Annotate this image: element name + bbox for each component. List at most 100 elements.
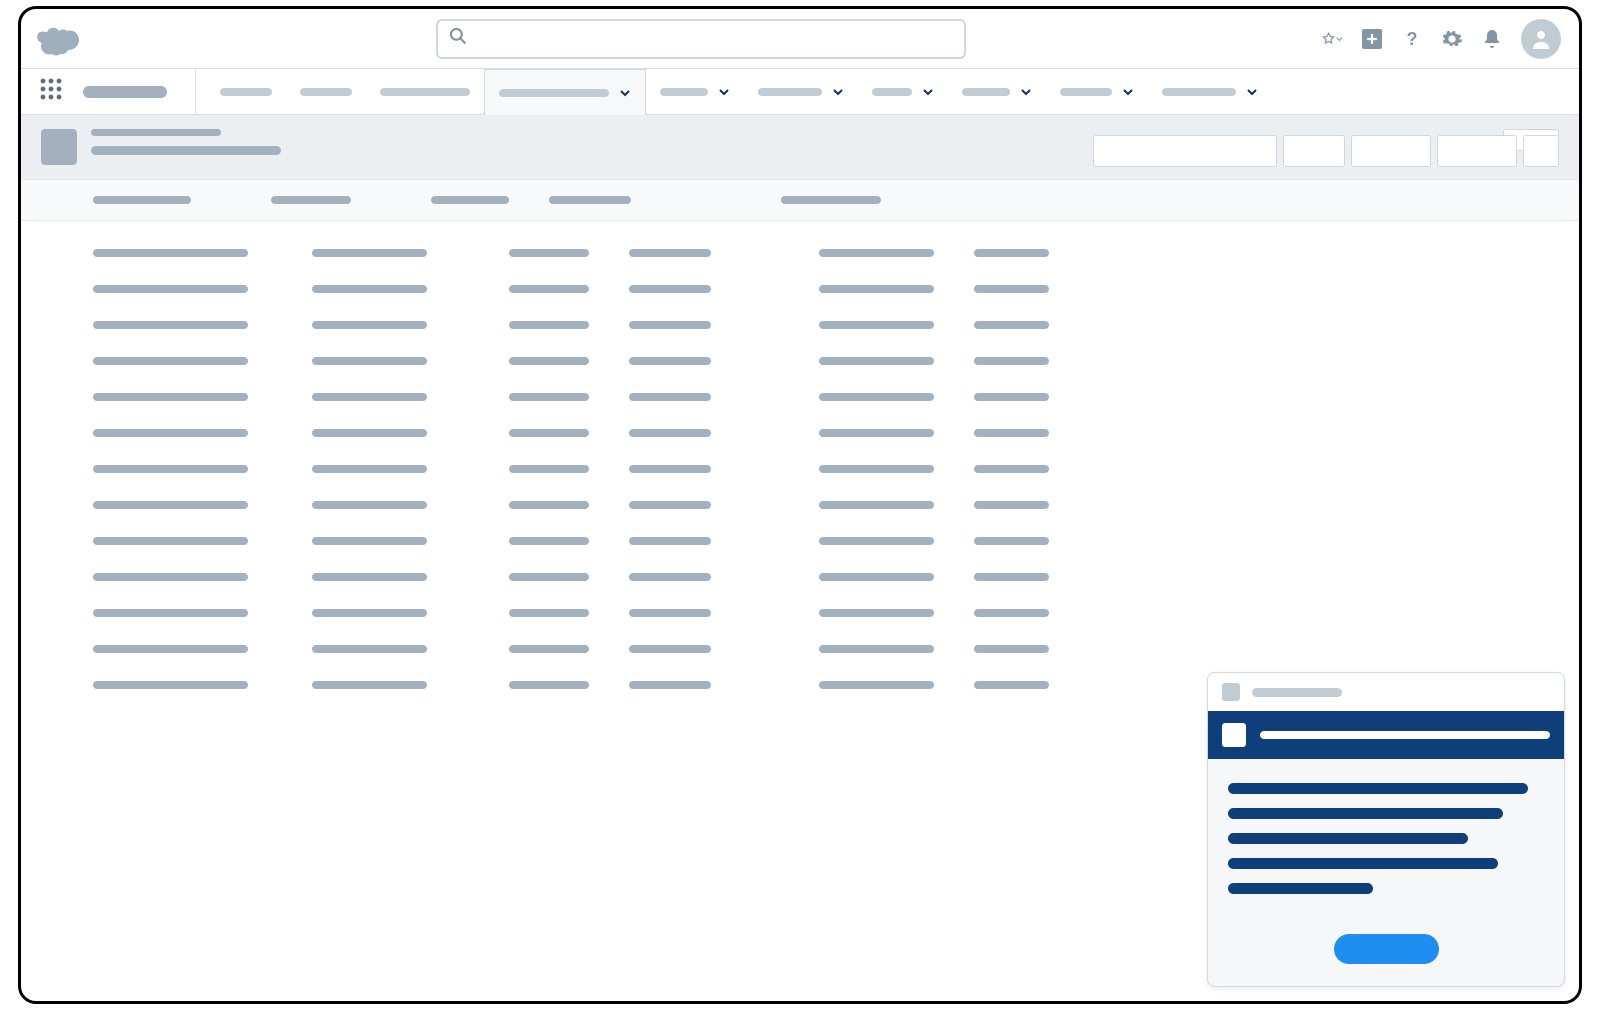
data-rows — [21, 221, 1579, 689]
cell — [509, 285, 589, 293]
panel-cta-button[interactable] — [1334, 934, 1439, 964]
toolbar-button-4[interactable] — [1523, 135, 1559, 167]
favorite-icon[interactable] — [1321, 28, 1343, 50]
column-header-1[interactable] — [271, 196, 351, 204]
panel-body-line — [1228, 783, 1528, 794]
cell — [629, 249, 711, 257]
table-row[interactable] — [93, 429, 1579, 437]
nav-tab-6[interactable] — [858, 69, 948, 114]
nav-tab-4[interactable] — [646, 69, 744, 114]
cell — [509, 645, 589, 653]
table-row[interactable] — [93, 609, 1579, 617]
table-row[interactable] — [93, 537, 1579, 545]
settings-gear-icon[interactable] — [1441, 28, 1463, 50]
list-toolbar — [1093, 135, 1559, 167]
cell — [974, 285, 1049, 293]
table-row[interactable] — [93, 393, 1579, 401]
table-row[interactable] — [93, 321, 1579, 329]
cell — [629, 285, 711, 293]
help-icon[interactable]: ? — [1401, 28, 1423, 50]
cell — [93, 357, 248, 365]
nav-tab-label — [1162, 88, 1236, 96]
cell — [312, 573, 427, 581]
cell — [93, 321, 248, 329]
table-row[interactable] — [93, 465, 1579, 473]
nav-tab-label — [660, 88, 708, 96]
salesforce-cloud-icon — [33, 22, 81, 56]
avatar[interactable] — [1521, 19, 1561, 59]
toolbar-button-2[interactable] — [1351, 135, 1431, 167]
nav-tab-1[interactable] — [286, 69, 366, 114]
toolbar-button-3[interactable] — [1437, 135, 1517, 167]
toolbar-button-0[interactable] — [1093, 135, 1277, 167]
docked-panel — [1207, 672, 1565, 987]
cell — [974, 681, 1049, 689]
cell — [509, 609, 589, 617]
table-row[interactable] — [93, 249, 1579, 257]
nav-tab-9[interactable] — [1148, 69, 1272, 114]
cell — [974, 609, 1049, 617]
nav-tab-7[interactable] — [948, 69, 1046, 114]
panel-banner-text — [1260, 731, 1550, 739]
nav-tab-2[interactable] — [366, 69, 484, 114]
cell — [509, 681, 589, 689]
chevron-down-icon[interactable] — [832, 86, 844, 98]
nav-tab-8[interactable] — [1046, 69, 1148, 114]
cell — [93, 645, 248, 653]
chevron-down-icon[interactable] — [1246, 86, 1258, 98]
cell — [509, 429, 589, 437]
nav-tab-label — [872, 88, 912, 96]
cell — [819, 573, 934, 581]
cell — [629, 357, 711, 365]
nav-tab-5[interactable] — [744, 69, 858, 114]
cell — [509, 393, 589, 401]
toolbar-button-1[interactable] — [1283, 135, 1345, 167]
column-header-4[interactable] — [781, 196, 881, 204]
object-title — [91, 146, 281, 155]
panel-header[interactable] — [1208, 673, 1564, 711]
table-row[interactable] — [93, 573, 1579, 581]
cell — [819, 609, 934, 617]
app-name-label — [83, 86, 167, 98]
table-row[interactable] — [93, 645, 1579, 653]
chevron-down-icon[interactable] — [1020, 86, 1032, 98]
cell — [974, 501, 1049, 509]
panel-body-line — [1228, 883, 1373, 894]
cell — [974, 357, 1049, 365]
cell — [629, 393, 711, 401]
cell — [312, 609, 427, 617]
cell — [312, 321, 427, 329]
table-row[interactable] — [93, 501, 1579, 509]
nav-tab-0[interactable] — [206, 69, 286, 114]
nav-tabs — [196, 69, 1272, 114]
nav-tab-label — [758, 88, 822, 96]
table-row[interactable] — [93, 357, 1579, 365]
panel-banner — [1208, 711, 1564, 759]
global-header: ? — [21, 9, 1579, 69]
chevron-down-icon[interactable] — [922, 86, 934, 98]
chevron-down-icon[interactable] — [1122, 86, 1134, 98]
table-row[interactable] — [93, 285, 1579, 293]
cell — [509, 321, 589, 329]
panel-body-line — [1228, 808, 1503, 819]
app-launcher-area — [21, 69, 196, 114]
cell — [509, 249, 589, 257]
cell — [819, 537, 934, 545]
notifications-bell-icon[interactable] — [1481, 28, 1503, 50]
column-header-0[interactable] — [93, 196, 191, 204]
cell — [509, 465, 589, 473]
chevron-down-icon[interactable] — [619, 87, 631, 99]
cell — [312, 393, 427, 401]
nav-tab-label — [300, 88, 352, 96]
cell — [509, 357, 589, 365]
global-search-input[interactable] — [436, 19, 966, 59]
add-icon[interactable] — [1361, 28, 1383, 50]
app-launcher-icon[interactable] — [39, 77, 63, 106]
chevron-down-icon[interactable] — [718, 86, 730, 98]
column-header-3[interactable] — [549, 196, 631, 204]
nav-tab-3[interactable] — [484, 69, 646, 115]
panel-banner-icon — [1222, 723, 1246, 747]
panel-header-label — [1252, 688, 1342, 697]
cell — [819, 249, 934, 257]
column-header-2[interactable] — [431, 196, 509, 204]
